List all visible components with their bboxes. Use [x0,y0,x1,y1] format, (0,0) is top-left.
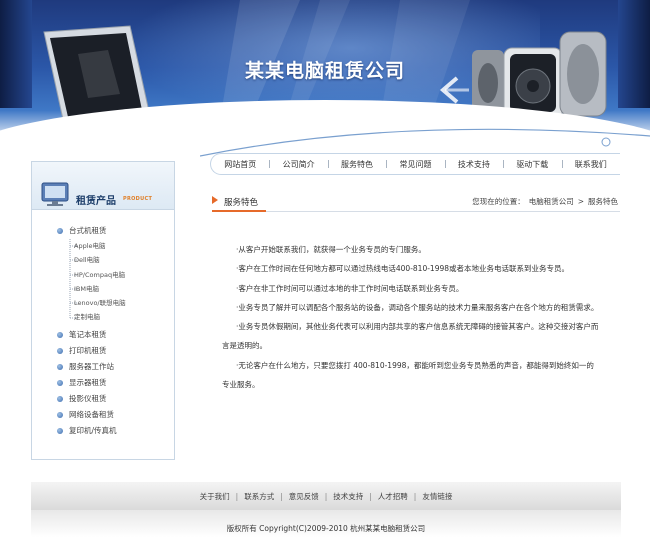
bullet-icon [57,428,63,434]
subcategory-lenovo[interactable]: Lenovo/联想电脑 [32,296,174,310]
footer-separator: | [369,491,372,501]
category-label: 打印机租赁 [69,346,107,355]
sidebar: 租赁产品 PRODUCT 台式机租赁 Apple电脑 Dell电脑 HP/Com… [31,161,175,460]
breadcrumb: 您现在的位置： 电脑租赁公司 > 服务特色 [470,196,620,207]
bullet-icon [57,412,63,418]
article-body: ·从客户开始联系我们，就获得一个业务专员的专门服务。 ·客户在工作时间在任何地方… [222,240,600,394]
category-label: 服务器工作站 [69,362,114,371]
footer-link-feedback[interactable]: 意见反馈 [289,491,319,502]
nav-about[interactable]: 公司简介 [269,159,327,170]
nav-faq[interactable]: 常见问题 [386,159,444,170]
article-paragraph: ·客户在非工作时间可以通过本地的非工作时间电话联系到业务专员。 [236,283,464,293]
sidebar-header: 租赁产品 PRODUCT [32,162,174,210]
category-display[interactable]: 显示器租赁 [32,375,174,391]
footer-separator: | [280,491,283,501]
copyright-text: 版权所有 Copyright(C)2009-2010 杭州某某电脑租赁公司 [226,524,426,533]
category-laptop[interactable]: 笔记本租赁 [32,327,174,343]
footer-separator: | [235,491,239,501]
bullet-icon [57,348,63,354]
subcategory-ibm[interactable]: IBM电脑 [32,282,174,296]
category-label: 投影仪租赁 [69,394,107,403]
article-paragraph: ·从客户开始联系我们，就获得一个业务专员的专门服务。 [236,245,426,254]
category-server[interactable]: 服务器工作站 [32,359,174,375]
breadcrumb-current: 服务特色 [588,197,618,206]
footer-separator: | [324,491,328,501]
category-list: 台式机租赁 Apple电脑 Dell电脑 HP/Compaq电脑 IBM电脑 L… [32,223,174,439]
main-nav: 网站首页 公司简介 服务特色 常见问题 技术支持 驱动下载 联系我们 [210,153,620,175]
footer-link-jobs[interactable]: 人才招聘 [378,491,408,502]
sidebar-title: 租赁产品 [76,196,116,207]
section-title: 服务特色 [224,198,259,208]
category-copier[interactable]: 复印机/传真机 [32,423,174,439]
sidebar-subtitle: PRODUCT [123,196,153,202]
category-label: 台式机租赁 [69,226,107,235]
subcategory-custom[interactable]: 定制电脑 [32,310,174,324]
footer-link-contact[interactable]: 联系方式 [244,491,274,502]
category-desktop[interactable]: 台式机租赁 [32,223,174,239]
article-paragraph: ·业务专员休假期间，其他业务代表可以利用内部共享的客户信息系统无障碍的接管其客户… [222,322,599,351]
arrow-left-icon [439,76,469,104]
bullet-icon [57,380,63,386]
section-header: 服务特色 您现在的位置： 电脑租赁公司 > 服务特色 [212,192,620,212]
header-banner: 某某电脑租赁公司 [0,0,650,178]
article-paragraph: ·业务专员了解并可以调配各个服务站的设备，调动各个服务站的技术力量来服务客户在各… [236,302,599,312]
article-paragraph: ·客户在工作时间在任何地方都可以通过热线电话400-810-1998或者本地业务… [236,264,570,274]
category-projector[interactable]: 投影仪租赁 [32,391,174,407]
desktop-subcategory-list: Apple电脑 Dell电脑 HP/Compaq电脑 IBM电脑 Lenovo/… [32,239,174,325]
bullet-icon [57,228,63,234]
category-label: 网络设备租赁 [69,410,114,419]
nav-support[interactable]: 技术支持 [444,159,503,170]
category-printer[interactable]: 打印机租赁 [32,343,174,359]
nav-drivers[interactable]: 驱动下载 [503,159,561,170]
subcategory-apple[interactable]: Apple电脑 [32,239,174,253]
bullet-icon [57,364,63,370]
subcategory-dell[interactable]: Dell电脑 [32,253,174,267]
footer-separator: | [413,491,417,501]
category-label: 复印机/传真机 [69,426,117,435]
footer-link-friends[interactable]: 友情链接 [422,491,452,502]
monitor-icon [41,182,69,206]
bullet-icon [57,332,63,338]
footer-links: 关于我们 | 联系方式 | 意见反馈 | 技术支持 | 人才招聘 | 友情链接 [31,482,621,510]
subcategory-hp[interactable]: HP/Compaq电脑 [32,268,174,282]
category-network[interactable]: 网络设备租赁 [32,407,174,423]
footer: 版权所有 Copyright(C)2009-2010 杭州某某电脑租赁公司 [31,510,621,549]
footer-link-about[interactable]: 关于我们 [200,491,230,502]
nav-services[interactable]: 服务特色 [327,159,386,170]
breadcrumb-home-link[interactable]: 电脑租赁公司 [529,197,574,206]
section-accent-line [212,210,266,212]
arrow-right-icon [212,196,218,204]
bullet-icon [57,396,63,402]
site-title: 某某电脑租赁公司 [245,60,406,82]
breadcrumb-prefix: 您现在的位置： [472,197,525,206]
category-label: 笔记本租赁 [69,330,107,339]
category-label: 显示器租赁 [69,378,107,387]
breadcrumb-separator: > [577,197,584,206]
article-paragraph: ·无论客户在什么地方，只要您拨打 400-810-1998，都能听到您业务专员熟… [222,360,594,390]
nav-contact[interactable]: 联系我们 [561,159,620,170]
nav-home[interactable]: 网站首页 [211,159,269,170]
footer-link-support[interactable]: 技术支持 [333,491,363,502]
